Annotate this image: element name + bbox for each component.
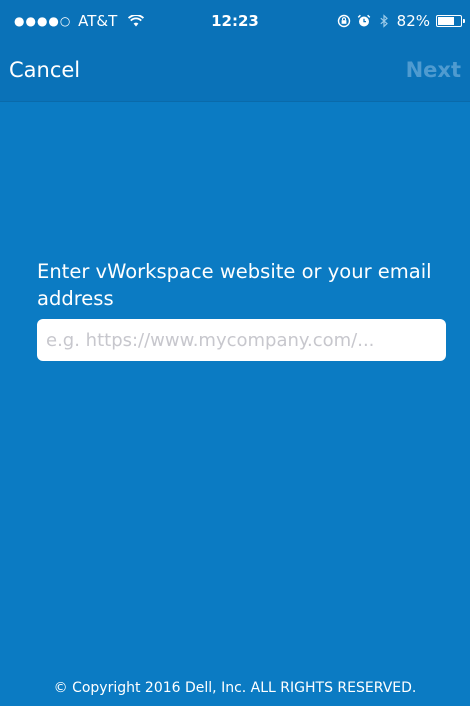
status-bar: ●●●●○ AT&T 12:23 82% bbox=[0, 0, 470, 44]
nav-bar: Cancel Next bbox=[0, 44, 470, 102]
orientation-lock-icon bbox=[337, 14, 351, 28]
website-prompt-label: Enter vWorkspace website or your email a… bbox=[37, 260, 432, 310]
battery-fill bbox=[438, 17, 454, 25]
alarm-icon bbox=[357, 14, 371, 28]
battery-percent: 82% bbox=[396, 12, 430, 30]
battery-tip bbox=[463, 19, 465, 23]
battery-icon bbox=[436, 15, 465, 27]
next-button[interactable]: Next bbox=[406, 58, 461, 82]
screen: ●●●●○ AT&T 12:23 82% Cancel Next Enter v… bbox=[0, 0, 470, 706]
bluetooth-icon bbox=[377, 14, 391, 28]
copyright-notice: © Copyright 2016 Dell, Inc. ALL RIGHTS R… bbox=[53, 680, 417, 696]
website-or-email-input[interactable] bbox=[37, 319, 446, 361]
cancel-button[interactable]: Cancel bbox=[9, 58, 80, 82]
status-right: 82% bbox=[337, 12, 465, 30]
